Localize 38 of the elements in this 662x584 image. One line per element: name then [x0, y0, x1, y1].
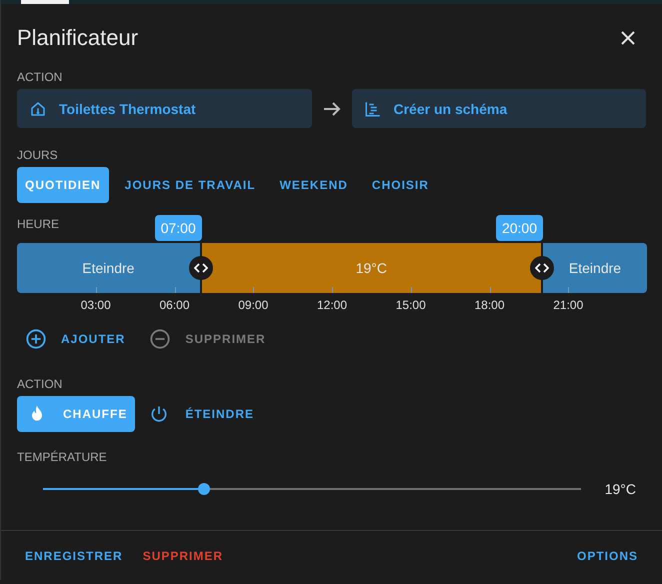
days-tab[interactable]: JOURS DE TRAVAIL [116, 167, 264, 203]
time-tick: 09:00 [238, 298, 268, 312]
temperature-reading: 19°C [604, 481, 636, 497]
days-tab[interactable]: CHOISIR [364, 167, 437, 203]
delete-button[interactable]: SUPPRIMER [134, 538, 232, 574]
off-button[interactable]: ÉTEINDRE [139, 396, 262, 432]
dialog-title: Planificateur [17, 25, 138, 51]
time-tick: 18:00 [474, 298, 505, 312]
time-marker: 07:00 [154, 215, 202, 241]
footer-button[interactable]: OPTIONS [568, 538, 646, 574]
section-label: TEMPÉRATURE [17, 450, 107, 464]
entity-chip[interactable]: Toilettes Thermostat [17, 89, 312, 128]
section-label: JOURS [17, 148, 58, 162]
time-tick: 21:00 [553, 298, 584, 312]
section-label: ACTION [17, 377, 62, 391]
power-icon [149, 404, 170, 424]
time-slot[interactable]: 19°C [202, 243, 541, 293]
heat-button[interactable]: CHAUFFE [17, 396, 136, 432]
time-tick: 12:00 [316, 298, 348, 312]
slider-thumb[interactable] [198, 483, 210, 495]
plus-circle-icon [25, 328, 47, 350]
time-slot[interactable]: Eteindre [17, 243, 200, 293]
chart-gantt-icon [364, 100, 382, 118]
add-button[interactable]: AJOUTER [17, 321, 134, 357]
footer-button[interactable]: ENREGISTRER [17, 538, 131, 574]
time-marker: 20:00 [496, 215, 543, 241]
minus-circle-icon [149, 328, 172, 350]
section-label: HEURE [17, 217, 60, 231]
time-tick: 03:00 [80, 298, 111, 312]
time-tick: 06:00 [159, 298, 190, 312]
days-tab[interactable]: WEEKEND [272, 167, 356, 203]
time-tick: 15:00 [396, 298, 426, 312]
service-chip[interactable]: Créer un schéma [352, 89, 646, 128]
time-slot[interactable]: Eteindre [543, 243, 647, 293]
close-icon [620, 30, 636, 46]
section-label: ACTION [17, 70, 62, 84]
days-tab[interactable]: QUOTIDIEN [17, 167, 109, 203]
thermostat-home-icon [29, 100, 47, 118]
